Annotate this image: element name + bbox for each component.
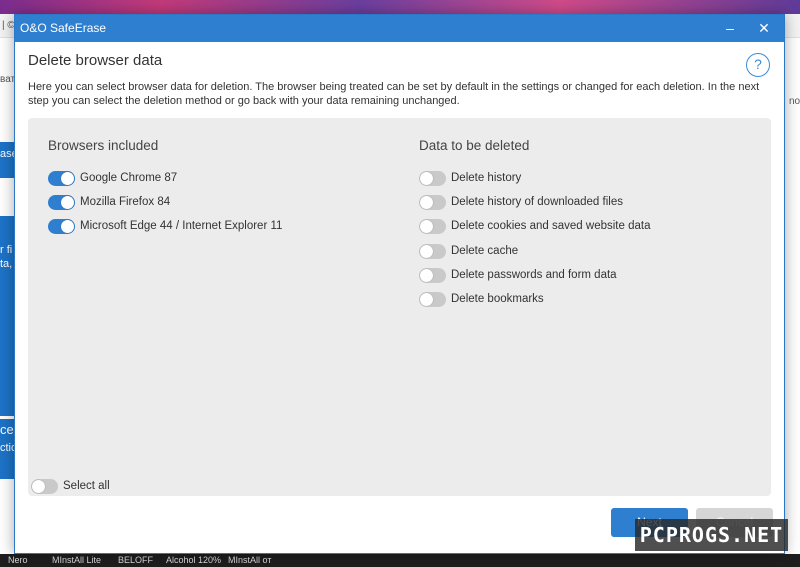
toggle-knob (420, 292, 433, 306)
taskbar: Nero MInstAll Lite BELOFF Alcohol 120% M… (0, 554, 800, 567)
taskbar-item[interactable]: BELOFF (118, 554, 153, 567)
background-text: r fi (0, 244, 13, 256)
toggle-knob (420, 195, 433, 209)
taskbar-item[interactable]: MInstAll Lite (52, 554, 101, 567)
toggle-switch[interactable] (31, 478, 58, 494)
toggle-switch[interactable] (419, 267, 446, 283)
browser-toggle-firefox[interactable]: Mozilla Firefox 84 (48, 193, 170, 211)
toggle-knob (420, 244, 433, 258)
desktop-wallpaper (0, 0, 800, 14)
toggle-switch[interactable] (48, 194, 75, 210)
background-text: ce (0, 422, 14, 437)
select-all-toggle[interactable]: Select all (31, 477, 110, 495)
help-icon[interactable]: ? (746, 53, 770, 77)
toggle-label: Select all (63, 480, 110, 492)
toggle-switch[interactable] (419, 291, 446, 307)
toggle-knob (420, 268, 433, 282)
data-toggle-history[interactable]: Delete history (419, 169, 521, 187)
toggle-knob (420, 171, 433, 185)
toggle-switch[interactable] (48, 170, 75, 186)
browser-toggle-chrome[interactable]: Google Chrome 87 (48, 169, 177, 187)
browsers-heading: Browsers included (48, 138, 159, 153)
minimize-button[interactable]: – (712, 15, 748, 42)
data-toggle-download-history[interactable]: Delete history of downloaded files (419, 193, 623, 211)
toggle-label: Microsoft Edge 44 / Internet Explorer 11 (80, 220, 283, 232)
page-description: Here you can select browser data for del… (28, 81, 760, 107)
options-panel: Browsers included Data to be deleted Goo… (28, 118, 771, 496)
toggle-knob (32, 479, 45, 493)
toggle-label: Delete cookies and saved website data (451, 220, 651, 232)
toggle-knob (61, 219, 74, 233)
background-text: no (789, 96, 800, 107)
toggle-label: Delete history (451, 172, 522, 184)
toggle-label: Delete passwords and form data (451, 269, 617, 281)
data-toggle-passwords[interactable]: Delete passwords and form data (419, 266, 617, 284)
browser-toggle-edge[interactable]: Microsoft Edge 44 / Internet Explorer 11 (48, 217, 282, 235)
data-toggle-cookies[interactable]: Delete cookies and saved website data (419, 217, 650, 235)
toggle-switch[interactable] (48, 218, 75, 234)
close-button[interactable]: ✕ (746, 15, 782, 42)
watermark-logo: PCPROGS.NET (635, 519, 788, 551)
data-toggle-cache[interactable]: Delete cache (419, 242, 518, 260)
toggle-switch[interactable] (419, 170, 446, 186)
data-heading: Data to be deleted (419, 138, 530, 153)
window-title: O&O SafeErase (20, 21, 107, 35)
toggle-knob (61, 195, 74, 209)
toggle-switch[interactable] (419, 218, 446, 234)
taskbar-item[interactable]: Alcohol 120% (166, 554, 221, 567)
toggle-label: Delete history of downloaded files (451, 196, 623, 208)
toggle-switch[interactable] (419, 194, 446, 210)
toggle-label: Delete cache (451, 245, 519, 257)
toggle-label: Mozilla Firefox 84 (80, 196, 171, 208)
title-bar: O&O SafeErase – ✕ (15, 15, 784, 42)
toggle-label: Delete bookmarks (451, 293, 544, 305)
toggle-label: Google Chrome 87 (80, 172, 178, 184)
toggle-knob (61, 171, 74, 185)
taskbar-item[interactable]: Nero (8, 554, 28, 567)
taskbar-item[interactable]: MInstAll от (228, 554, 271, 567)
toggle-knob (420, 219, 433, 233)
background-text: ta, (0, 258, 13, 270)
toggle-switch[interactable] (419, 243, 446, 259)
background-text: | © (2, 20, 15, 31)
safeerase-dialog: O&O SafeErase – ✕ Delete browser data ? … (14, 14, 785, 554)
page-title: Delete browser data (28, 52, 163, 69)
data-toggle-bookmarks[interactable]: Delete bookmarks (419, 290, 544, 308)
